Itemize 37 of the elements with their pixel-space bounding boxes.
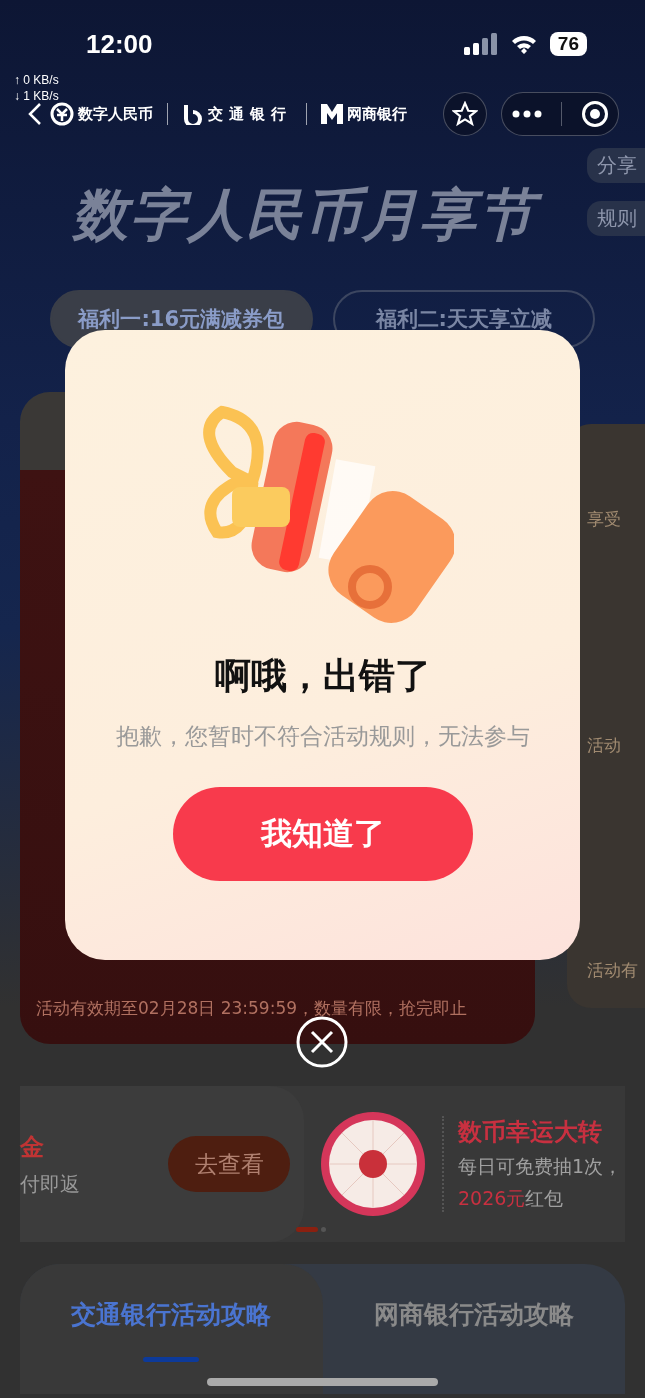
battery-level: 76 bbox=[549, 32, 587, 56]
page-dot[interactable] bbox=[321, 1227, 326, 1232]
m-logo-icon bbox=[321, 104, 343, 124]
brand-name: 网商银行 bbox=[347, 104, 407, 124]
dialog-title: 啊哦，出错了 bbox=[214, 654, 431, 698]
card-text: 活动有 bbox=[587, 959, 639, 982]
validity-text: 活动有效期至02月28日 23:59:59，数量有限，抢完即止 bbox=[36, 997, 469, 1020]
star-icon bbox=[452, 101, 478, 127]
card-text: 享受 bbox=[587, 508, 622, 531]
close-miniapp-button[interactable] bbox=[580, 100, 609, 128]
favorite-button[interactable] bbox=[443, 92, 487, 136]
dialog-message: 抱歉，您暂时不符合活动规则，无法参与 bbox=[114, 722, 531, 751]
guide-tab[interactable]: 网商银行活动攻略 bbox=[322, 1264, 625, 1394]
yuan-logo-icon bbox=[50, 102, 74, 126]
wheel-description: 每日可免费抽1次， bbox=[458, 1154, 623, 1179]
wheel-title: 数币幸运大转 bbox=[458, 1117, 603, 1148]
network-speed: ↑ 0 KB/s bbox=[14, 72, 59, 88]
promo-subtitle: 付即返 bbox=[20, 1170, 81, 1198]
brand-name: 数字人民币 bbox=[78, 104, 153, 124]
status-time: 12:00 bbox=[86, 28, 153, 60]
guide-tab[interactable]: 交通银行活动攻略 bbox=[20, 1264, 323, 1394]
brand-name: 交通银行 bbox=[208, 104, 292, 124]
card-text: 活动 bbox=[587, 733, 622, 757]
back-icon[interactable] bbox=[28, 102, 42, 126]
view-button[interactable]: 去查看 bbox=[168, 1136, 290, 1192]
more-button[interactable] bbox=[511, 110, 542, 118]
side-tab-button[interactable]: 规则 bbox=[587, 201, 645, 236]
promo-title: 金 bbox=[20, 1131, 45, 1163]
signal-icon bbox=[463, 33, 498, 55]
network-speed: ↓ 1 KB/s bbox=[14, 88, 59, 104]
hero-title: 数字人民币月享节 bbox=[68, 178, 550, 252]
close-button[interactable] bbox=[296, 1016, 348, 1068]
wheel-prize: 2026元红包 bbox=[458, 1186, 565, 1211]
confirm-button[interactable]: 我知道了 bbox=[172, 787, 473, 881]
prize-wheel-icon bbox=[318, 1109, 428, 1219]
bank-logo-icon bbox=[182, 103, 204, 125]
side-tab-button[interactable]: 分享 bbox=[587, 148, 645, 183]
